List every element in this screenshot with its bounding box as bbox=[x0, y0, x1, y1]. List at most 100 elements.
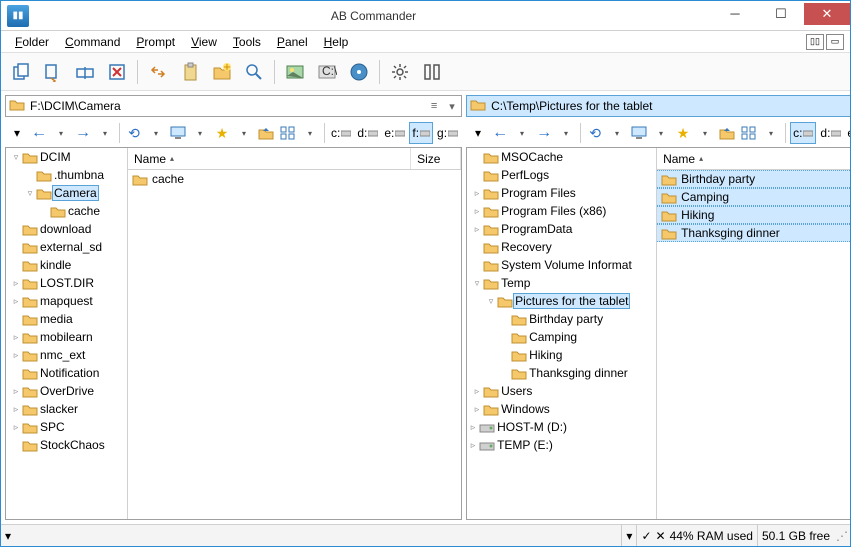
col-name[interactable]: Name▴ bbox=[128, 148, 411, 169]
tree-item[interactable]: Notification bbox=[6, 364, 127, 382]
left-list-header[interactable]: Name▴ Size bbox=[128, 148, 461, 170]
tree-item[interactable]: ▹slacker bbox=[6, 400, 127, 418]
drive-c[interactable]: c: bbox=[329, 122, 353, 144]
favorite-icon[interactable]: ★ bbox=[212, 122, 232, 144]
refresh-menu-icon[interactable]: ▾ bbox=[146, 122, 166, 144]
tree-item[interactable]: .thumbna bbox=[6, 166, 127, 184]
layout-icon-2[interactable]: ▭ bbox=[826, 34, 844, 50]
tree-item[interactable]: ▿Temp bbox=[467, 274, 656, 292]
tree-item[interactable]: Birthday party bbox=[467, 310, 656, 328]
tree-item[interactable]: cache bbox=[6, 202, 127, 220]
back-icon[interactable]: ← bbox=[29, 122, 49, 144]
favorite-icon[interactable]: ★ bbox=[673, 122, 693, 144]
view-menu-icon[interactable]: ▾ bbox=[300, 122, 320, 144]
tree-item[interactable]: System Volume Informat bbox=[467, 256, 656, 274]
up-folder-icon[interactable] bbox=[256, 122, 276, 144]
left-folder-tree[interactable]: ▿DCIM.thumbna▿Cameracachedownloadexterna… bbox=[6, 148, 128, 519]
tree-item[interactable]: ▹mapquest bbox=[6, 292, 127, 310]
back-icon[interactable]: ← bbox=[490, 122, 510, 144]
col-name[interactable]: Name▴ bbox=[657, 148, 850, 169]
list-item[interactable]: Thanksging dinner bbox=[657, 224, 850, 242]
maximize-button[interactable]: ☐ bbox=[758, 3, 804, 25]
path-dropdown-icon[interactable]: ▾ bbox=[443, 97, 461, 115]
tree-item[interactable]: MSOCache bbox=[467, 148, 656, 166]
nav-dropdown-icon[interactable]: ▾ bbox=[7, 122, 27, 144]
tree-item[interactable]: ▿DCIM bbox=[6, 148, 127, 166]
clipboard-icon[interactable] bbox=[176, 58, 204, 86]
tree-item[interactable]: Camping bbox=[467, 328, 656, 346]
nav-dropdown-icon[interactable]: ▾ bbox=[468, 122, 488, 144]
list-item[interactable]: cache bbox=[128, 170, 461, 188]
forward-icon[interactable]: → bbox=[73, 122, 93, 144]
col-size[interactable]: Size bbox=[411, 148, 461, 169]
menu-view[interactable]: View bbox=[183, 33, 225, 51]
right-list-header[interactable]: Name▴ Size bbox=[657, 148, 850, 170]
view-icon[interactable] bbox=[278, 122, 298, 144]
copy-icon[interactable] bbox=[7, 58, 35, 86]
tree-item[interactable]: ▿Pictures for the tablet bbox=[467, 292, 656, 310]
tree-item[interactable]: ▿Camera bbox=[6, 184, 127, 202]
close-status-icon[interactable]: ✕ bbox=[656, 529, 666, 543]
check-icon[interactable]: ✓ bbox=[641, 529, 651, 543]
tree-item[interactable]: ▹Program Files bbox=[467, 184, 656, 202]
list-item[interactable]: Camping bbox=[657, 188, 850, 206]
refresh-menu-icon[interactable]: ▾ bbox=[607, 122, 627, 144]
resize-grip[interactable]: ⋰ bbox=[834, 529, 850, 543]
tree-item[interactable]: external_sd bbox=[6, 238, 127, 256]
layout-icon-1[interactable]: ▯▯ bbox=[806, 34, 824, 50]
drive-e[interactable]: e: bbox=[845, 122, 850, 144]
drive-c[interactable]: c: bbox=[790, 122, 816, 144]
favorite-menu-icon[interactable]: ▾ bbox=[234, 122, 254, 144]
tree-item[interactable]: StockChaos bbox=[6, 436, 127, 454]
drive-e[interactable]: e: bbox=[382, 122, 407, 144]
computer-icon[interactable] bbox=[629, 122, 649, 144]
tree-item[interactable]: Recovery bbox=[467, 238, 656, 256]
tree-item[interactable]: ▹Program Files (x86) bbox=[467, 202, 656, 220]
back-menu-icon[interactable]: ▾ bbox=[51, 122, 71, 144]
new-folder-icon[interactable] bbox=[208, 58, 236, 86]
menu-help[interactable]: Help bbox=[316, 33, 357, 51]
status-dropdown-icon[interactable]: ▾ bbox=[5, 529, 11, 543]
status-dropdown-icon[interactable]: ▾ bbox=[626, 529, 632, 543]
tree-item[interactable]: media bbox=[6, 310, 127, 328]
tree-item[interactable]: Thanksging dinner bbox=[467, 364, 656, 382]
forward-menu-icon[interactable]: ▾ bbox=[556, 122, 576, 144]
up-folder-icon[interactable] bbox=[717, 122, 737, 144]
tree-item[interactable]: ▹Windows bbox=[467, 400, 656, 418]
path-menu-icon[interactable]: ≡ bbox=[425, 97, 443, 115]
close-button[interactable]: ✕ bbox=[804, 3, 850, 25]
forward-menu-icon[interactable]: ▾ bbox=[95, 122, 115, 144]
search-icon[interactable] bbox=[240, 58, 268, 86]
drive-f[interactable]: f: bbox=[409, 122, 433, 144]
terminal-icon[interactable]: C:\ bbox=[313, 58, 341, 86]
tree-item[interactable]: ▹HOST-M (D:) bbox=[467, 418, 656, 436]
menu-folder[interactable]: Folder bbox=[7, 33, 57, 51]
move-icon[interactable] bbox=[39, 58, 67, 86]
delete-icon[interactable] bbox=[103, 58, 131, 86]
right-path-bar[interactable]: C:\Temp\Pictures for the tablet ≡ ▾ bbox=[466, 95, 850, 117]
tree-item[interactable]: ▹Users bbox=[467, 382, 656, 400]
right-folder-tree[interactable]: MSOCachePerfLogs▹Program Files▹Program F… bbox=[467, 148, 657, 519]
drive-g[interactable]: g: bbox=[435, 122, 460, 144]
sync-icon[interactable] bbox=[144, 58, 172, 86]
back-menu-icon[interactable]: ▾ bbox=[512, 122, 532, 144]
menu-tools[interactable]: Tools bbox=[225, 33, 269, 51]
tree-item[interactable]: kindle bbox=[6, 256, 127, 274]
computer-menu-icon[interactable]: ▾ bbox=[190, 122, 210, 144]
tree-item[interactable]: Hiking bbox=[467, 346, 656, 364]
view-icon[interactable] bbox=[739, 122, 759, 144]
favorite-menu-icon[interactable]: ▾ bbox=[695, 122, 715, 144]
list-item[interactable]: Hiking bbox=[657, 206, 850, 224]
left-file-list[interactable]: Name▴ Size cache bbox=[128, 148, 461, 519]
left-path-bar[interactable]: F:\DCIM\Camera ≡ ▾ bbox=[5, 95, 462, 117]
settings-icon[interactable] bbox=[386, 58, 414, 86]
drive-d[interactable]: d: bbox=[818, 122, 843, 144]
menu-prompt[interactable]: Prompt bbox=[128, 33, 183, 51]
tree-item[interactable]: ▹mobilearn bbox=[6, 328, 127, 346]
right-file-list[interactable]: Name▴ Size Birthday partyCampingHikingTh… bbox=[657, 148, 850, 519]
computer-menu-icon[interactable]: ▾ bbox=[651, 122, 671, 144]
refresh-icon[interactable]: ⟲ bbox=[124, 122, 144, 144]
view-menu-icon[interactable]: ▾ bbox=[761, 122, 781, 144]
image-icon[interactable] bbox=[281, 58, 309, 86]
refresh-icon[interactable]: ⟲ bbox=[585, 122, 605, 144]
